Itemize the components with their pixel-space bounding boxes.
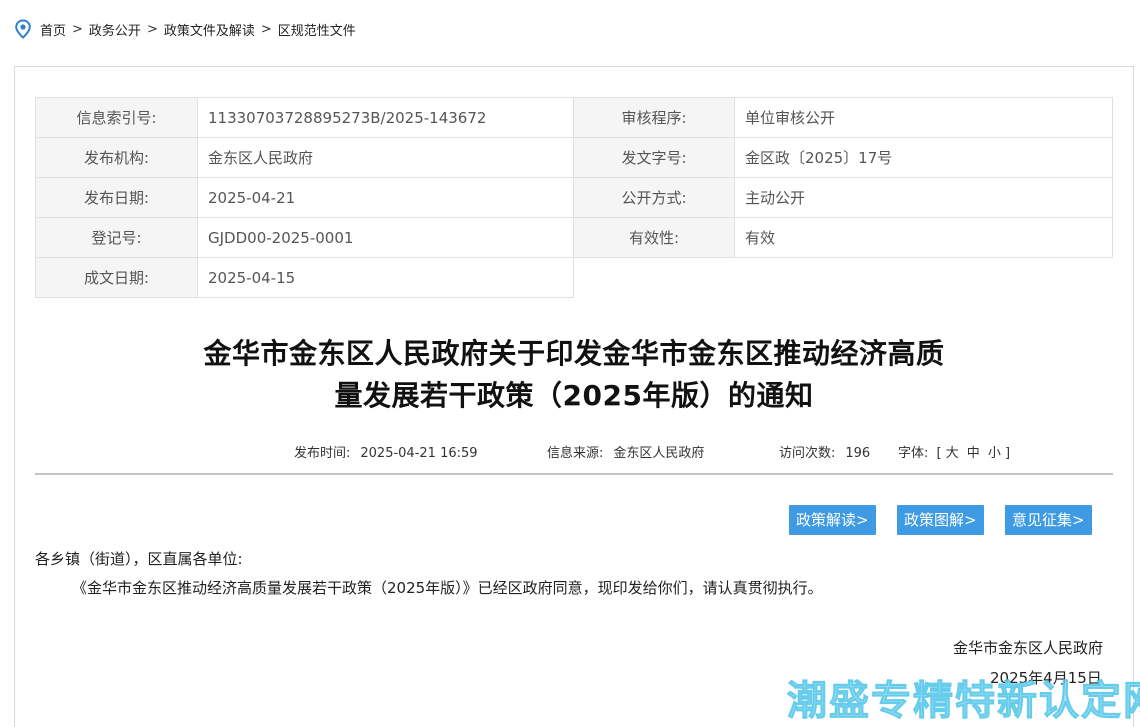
date-value: 2025-04-21: [197, 177, 574, 218]
index-label: 信息索引号:: [35, 97, 198, 138]
table-row: 登记号: GJDD00-2025-0001 有效性: 有效: [35, 217, 1113, 258]
font-size-switcher: 字体: [ 大 中 小]: [898, 444, 1010, 464]
review-value: 单位审核公开: [734, 97, 1113, 138]
title-divider: [35, 473, 1113, 475]
font-large-link[interactable]: 大: [946, 446, 959, 461]
font-size-label: 字体:: [898, 446, 929, 461]
breadcrumb-separator: >: [72, 21, 83, 37]
signature-org: 金华市金东区人民政府: [953, 639, 1104, 657]
title-line-1: 金华市金东区人民政府关于印发金华市金东区推动经济高质: [203, 337, 945, 370]
metadata-table: 信息索引号: 11330703728895273B/2025-143672 审核…: [35, 97, 1113, 298]
feedback-collection-button[interactable]: 意见征集>: [1005, 505, 1092, 535]
visit-count-label: 访问次数:: [779, 446, 836, 461]
review-label: 审核程序:: [573, 97, 735, 138]
info-source-value: 金东区人民政府: [613, 446, 705, 461]
reg-value: GJDD00-2025-0001: [197, 217, 574, 258]
publish-time-value: 2025-04-21 16:59: [360, 446, 478, 461]
index-value: 11330703728895273B/2025-143672: [197, 97, 574, 138]
public-label: 公开方式:: [573, 177, 735, 218]
breadcrumb-home[interactable]: 首页: [40, 20, 66, 39]
policy-interpretation-button[interactable]: 政策解读>: [789, 505, 876, 535]
location-pin-icon: [15, 19, 31, 39]
salutation: 各乡镇（街道），区直属各单位:: [35, 550, 243, 568]
table-row: 成文日期: 2025-04-15: [35, 257, 1113, 298]
visit-count: 访问次数: 196: [779, 444, 870, 464]
valid-label: 有效性:: [573, 217, 735, 258]
created-value: 2025-04-15: [197, 257, 574, 298]
org-label: 发布机构:: [35, 137, 198, 178]
table-row: 发布机构: 金东区人民政府 发文字号: 金区政〔2025〕17号: [35, 137, 1113, 178]
page-title: 金华市金东区人民政府关于印发金华市金东区推动经济高质 量发展若干政策（2025年…: [35, 333, 1113, 417]
date-label: 发布日期:: [35, 177, 198, 218]
created-label: 成文日期:: [35, 257, 198, 298]
empty-cell: [573, 257, 1113, 298]
docno-value: 金区政〔2025〕17号: [734, 137, 1113, 178]
breadcrumb-separator: >: [260, 21, 272, 37]
title-line-2: 量发展若干政策（2025年版）的通知: [334, 379, 814, 412]
visit-count-value: 196: [845, 446, 871, 461]
breadcrumb-separator: >: [146, 21, 158, 37]
org-value: 金东区人民政府: [197, 137, 574, 178]
breadcrumb-gov-affairs[interactable]: 政务公开: [89, 20, 141, 39]
bracket-close: ]: [1004, 446, 1011, 461]
font-medium-link[interactable]: 中: [967, 446, 980, 461]
breadcrumb-normative-docs[interactable]: 区规范性文件: [278, 20, 356, 39]
table-row: 发布日期: 2025-04-21 公开方式: 主动公开: [35, 177, 1113, 218]
reg-label: 登记号:: [35, 217, 198, 258]
public-value: 主动公开: [734, 177, 1113, 218]
docno-label: 发文字号:: [573, 137, 735, 178]
body-paragraph: 《金华市金东区推动经济高质量发展若干政策（2025年版）》已经区政府同意，现印发…: [72, 579, 823, 597]
bracket-open: [: [936, 446, 942, 461]
publish-time: 发布时间: 2025-04-21 16:59: [294, 444, 478, 464]
publish-time-label: 发布时间:: [294, 446, 351, 461]
breadcrumb-policy-docs[interactable]: 政策文件及解读: [164, 20, 255, 39]
info-source-label: 信息来源:: [547, 446, 604, 461]
content-panel: 信息索引号: 11330703728895273B/2025-143672 审核…: [14, 66, 1134, 727]
breadcrumb: 首页 > 政务公开 > 政策文件及解读 > 区规范性文件: [14, 18, 356, 40]
policy-graphic-button[interactable]: 政策图解>: [897, 505, 984, 535]
font-small-link[interactable]: 小: [988, 446, 1001, 461]
info-source: 信息来源: 金东区人民政府: [547, 444, 704, 464]
watermark: 潮盛专精特新认定网: [787, 678, 1140, 725]
valid-value: 有效: [734, 217, 1113, 258]
table-row: 信息索引号: 11330703728895273B/2025-143672 审核…: [35, 97, 1113, 138]
